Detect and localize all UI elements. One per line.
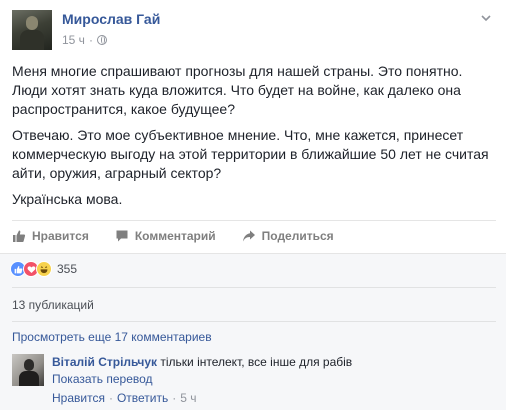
comment-actions-separator: · bbox=[108, 391, 113, 405]
commenter-avatar[interactable] bbox=[12, 354, 44, 386]
comment-icon bbox=[116, 230, 128, 242]
reaction-count: 355 bbox=[57, 262, 78, 276]
meta-separator: · bbox=[88, 33, 93, 47]
globe-icon bbox=[96, 35, 107, 45]
author-avatar[interactable] bbox=[12, 10, 52, 50]
haha-reaction-icon bbox=[36, 261, 52, 277]
comment-author[interactable]: Віталій Стрільчук bbox=[52, 355, 157, 369]
post-paragraph: Українська мова. bbox=[12, 191, 123, 207]
share-button[interactable]: Поделиться bbox=[242, 227, 334, 245]
comment-button[interactable]: Комментарий bbox=[115, 227, 216, 245]
share-label: Поделиться bbox=[261, 229, 334, 243]
comment-label: Комментарий bbox=[134, 229, 216, 243]
post-actions: Нравится Комментарий Поделиться bbox=[12, 227, 360, 245]
comment-actions-separator: · bbox=[172, 391, 177, 405]
view-more-comments-link[interactable]: Просмотреть еще 17 комментариев bbox=[12, 330, 212, 344]
share-arrow-icon bbox=[242, 230, 255, 242]
post-meta: 15 ч · bbox=[62, 33, 107, 47]
comment-timestamp[interactable]: 5 ч bbox=[180, 391, 196, 405]
chevron-down-icon[interactable] bbox=[480, 12, 492, 24]
like-button[interactable]: Нравится bbox=[12, 227, 89, 245]
reactions-summary[interactable]: 355 bbox=[10, 261, 77, 277]
divider bbox=[12, 220, 496, 221]
post-author[interactable]: Мирослав Гай bbox=[62, 11, 160, 27]
comment-actions: Нравится · Ответить · 5 ч bbox=[52, 391, 197, 405]
comment-reply-link[interactable]: Ответить bbox=[117, 391, 168, 405]
divider bbox=[12, 321, 496, 322]
comment-text: тільки інтелект, все інше для рабів bbox=[160, 355, 353, 369]
divider bbox=[12, 287, 496, 288]
shares-count[interactable]: 13 публикаций bbox=[12, 298, 94, 312]
post-timestamp[interactable]: 15 ч bbox=[62, 33, 85, 47]
show-translation-link[interactable]: Показать перевод bbox=[52, 372, 153, 386]
post-text: Меня многие спрашивают прогнозы для наше… bbox=[12, 62, 497, 216]
facebook-post: Мирослав Гай 15 ч · Меня многие спрашива… bbox=[0, 0, 506, 410]
comment-like-link[interactable]: Нравится bbox=[52, 391, 105, 405]
like-label: Нравится bbox=[32, 229, 89, 243]
thumbs-up-icon bbox=[13, 230, 26, 242]
post-paragraph: Отвечаю. Это мое субъективное мнение. Чт… bbox=[12, 127, 489, 181]
post-paragraph: Меня многие спрашивают прогнозы для наше… bbox=[12, 63, 463, 117]
comment-body: Віталій Стрільчук тільки інтелект, все і… bbox=[52, 354, 352, 370]
